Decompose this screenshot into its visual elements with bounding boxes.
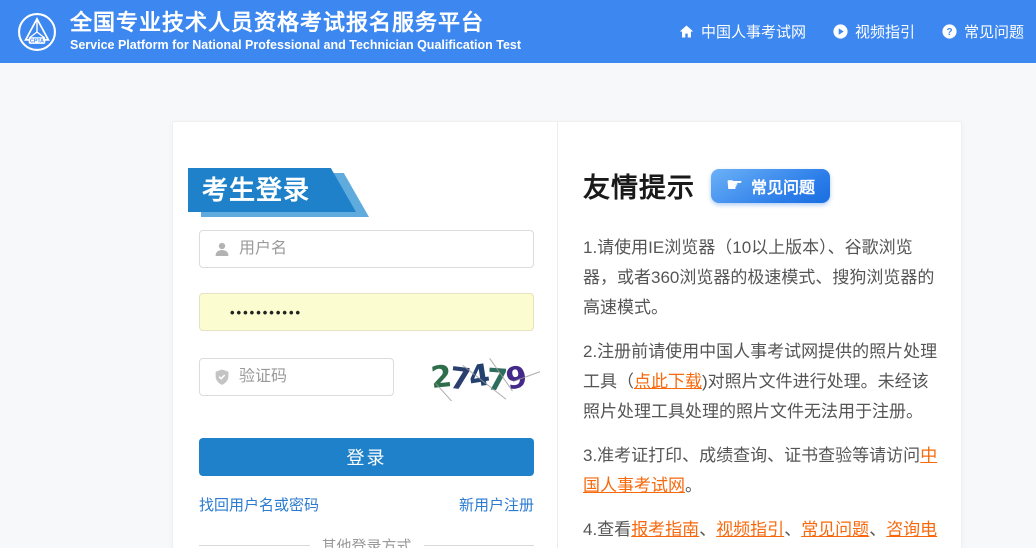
tip-item: 4.查看报考指南、视频指引、常见问题、咨询电话。 bbox=[583, 515, 939, 548]
password-field-wrap bbox=[199, 293, 534, 331]
username-input[interactable] bbox=[239, 240, 533, 258]
finger-icon: ☛ bbox=[726, 176, 743, 195]
nav-faq[interactable]: ? 常见问题 bbox=[941, 21, 1024, 42]
forgot-credentials-link[interactable]: 找回用户名或密码 bbox=[199, 494, 319, 515]
shield-check-icon bbox=[213, 368, 231, 386]
captcha-input[interactable] bbox=[239, 368, 393, 386]
divider-line bbox=[199, 545, 310, 546]
tip-text: 、 bbox=[699, 520, 716, 539]
site-subtitle: Service Platform for National Profession… bbox=[70, 37, 521, 53]
top-header: CPTA 全国专业技术人员资格考试报名服务平台 Service Platform… bbox=[0, 0, 1036, 63]
nav-label: 常见问题 bbox=[964, 21, 1024, 42]
tip-text: 4.查看 bbox=[583, 520, 631, 539]
tip-text: 3.准考证打印、成绩查询、证书查验等请访问 bbox=[583, 446, 920, 465]
tip-text: 、 bbox=[869, 520, 886, 539]
tips-header: 友情提示 ☛ 常见问题 bbox=[583, 166, 939, 205]
tips-title: 友情提示 bbox=[583, 166, 695, 205]
nav-china-personnel-exam-site[interactable]: 中国人事考试网 bbox=[678, 21, 806, 42]
play-icon bbox=[832, 23, 849, 40]
user-icon bbox=[213, 240, 231, 258]
login-banner-title: 考生登录 bbox=[188, 168, 356, 212]
tip-item: 3.准考证打印、成绩查询、证书查验等请访问中国人事考试网。 bbox=[583, 441, 939, 501]
faq-link[interactable]: 常见问题 bbox=[801, 520, 869, 539]
nav-label: 视频指引 bbox=[855, 21, 915, 42]
site-title: 全国专业技术人员资格考试报名服务平台 bbox=[70, 10, 521, 36]
tip-text: 。 bbox=[685, 476, 702, 495]
tip-text: 、 bbox=[784, 520, 801, 539]
tips-list: 1.请使用IE浏览器（10以上版本）、谷歌浏览器，或者360浏览器的极速模式、搜… bbox=[583, 233, 939, 548]
svg-text:CPTA: CPTA bbox=[30, 38, 44, 44]
home-icon bbox=[678, 23, 695, 40]
login-links-row: 找回用户名或密码 新用户注册 bbox=[199, 494, 534, 515]
captcha-field-wrap bbox=[199, 358, 394, 396]
faq-pill-label: 常见问题 bbox=[751, 174, 815, 198]
captcha-digit: 9 bbox=[504, 359, 531, 397]
divider-line bbox=[424, 545, 535, 546]
download-photo-tool-link[interactable]: 点此下载 bbox=[634, 372, 702, 391]
tips-panel: 友情提示 ☛ 常见问题 1.请使用IE浏览器（10以上版本）、谷歌浏览器，或者3… bbox=[558, 122, 961, 548]
question-icon: ? bbox=[941, 23, 958, 40]
header-nav: 中国人事考试网 视频指引 ? 常见问题 bbox=[678, 21, 1036, 42]
other-login-divider: 其他登录方式 bbox=[199, 535, 534, 548]
cpta-logo: CPTA bbox=[16, 11, 58, 53]
username-field-wrap bbox=[199, 230, 534, 268]
login-button[interactable]: 登录 bbox=[199, 438, 534, 476]
main-card: 考生登录 27479 登录 找回用户名或密码 bbox=[172, 121, 962, 548]
tip-item: 1.请使用IE浏览器（10以上版本）、谷歌浏览器，或者360浏览器的极速模式、搜… bbox=[583, 233, 939, 323]
other-login-label: 其他登录方式 bbox=[322, 535, 412, 548]
tip-text: 1.请使用IE浏览器（10以上版本）、谷歌浏览器，或者360浏览器的极速模式、搜… bbox=[583, 238, 934, 317]
login-banner: 考生登录 bbox=[188, 168, 388, 218]
video-guide-link[interactable]: 视频指引 bbox=[716, 520, 784, 539]
password-input[interactable] bbox=[200, 305, 533, 320]
svg-text:?: ? bbox=[946, 27, 952, 38]
faq-pill-button[interactable]: ☛ 常见问题 bbox=[711, 169, 830, 203]
tip-item: 2.注册前请使用中国人事考试网提供的照片处理工具（点此下载)对照片文件进行处理。… bbox=[583, 337, 939, 427]
captcha-image[interactable]: 27479 bbox=[418, 353, 540, 401]
login-panel: 考生登录 27479 登录 找回用户名或密码 bbox=[173, 122, 557, 548]
new-user-register-link[interactable]: 新用户注册 bbox=[459, 494, 534, 515]
nav-video-guide[interactable]: 视频指引 bbox=[832, 21, 915, 42]
exam-guide-link[interactable]: 报考指南 bbox=[631, 520, 699, 539]
nav-label: 中国人事考试网 bbox=[701, 21, 806, 42]
